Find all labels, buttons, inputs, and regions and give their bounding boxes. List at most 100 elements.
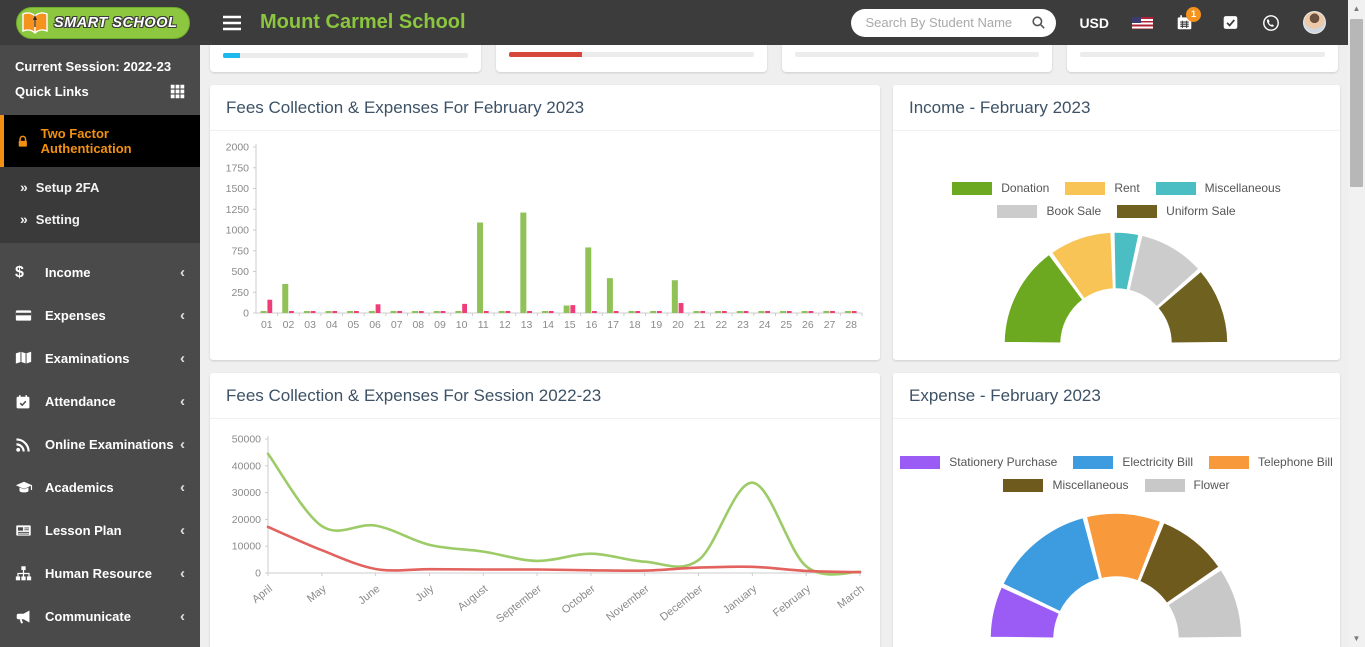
app-logo[interactable]: SMART SCHOOL [0, 0, 200, 45]
sidebar-toggle-button[interactable] [222, 15, 242, 31]
chevron-left-icon [180, 307, 185, 324]
sidebar-item-label: Lesson Plan [45, 523, 180, 538]
todo-button[interactable] [1222, 14, 1239, 31]
svg-text:0: 0 [255, 568, 261, 580]
search-button[interactable] [1031, 15, 1046, 30]
income-donut-chart [893, 227, 1340, 347]
svg-text:April: April [250, 583, 275, 606]
legend-label: Uniform Sale [1166, 204, 1235, 218]
scrollbar-thumb[interactable] [1350, 19, 1363, 187]
legend-row: Miscellaneous Flower [893, 478, 1340, 492]
progress-fill [509, 52, 582, 57]
svg-text:October: October [560, 583, 598, 617]
sidebar-subitem-label: Setup 2FA [36, 180, 100, 195]
legend-item-miscellaneous[interactable]: Miscellaneous [1156, 181, 1281, 195]
chevron-left-icon [180, 479, 185, 496]
svg-text:1750: 1750 [226, 162, 250, 174]
progress-fill [223, 53, 240, 58]
legend-item-flower[interactable]: Flower [1145, 478, 1230, 492]
chevron-left-icon [180, 350, 185, 367]
svg-text:January: January [721, 583, 760, 617]
legend-item-electricity-bill[interactable]: Electricity Bill [1073, 455, 1193, 469]
quick-links-row: Quick Links [0, 74, 200, 105]
graduation-cap-icon [15, 479, 45, 497]
svg-text:40000: 40000 [232, 460, 261, 472]
svg-text:1000: 1000 [226, 225, 250, 237]
chevron-left-icon [180, 522, 185, 539]
sidebar-item-lesson-plan[interactable]: Lesson Plan [0, 509, 200, 552]
sidebar-item-download-center[interactable]: Download Center [0, 638, 200, 647]
legend-swatch [952, 182, 992, 195]
svg-text:27: 27 [824, 319, 836, 331]
legend-item-uniform-sale[interactable]: Uniform Sale [1117, 204, 1235, 218]
calendar-button[interactable]: 1 [1176, 14, 1193, 31]
logo-book-icon [22, 11, 48, 35]
sidebar-item-expenses[interactable]: Expenses [0, 294, 200, 337]
sidebar-item-label: Communicate [45, 609, 180, 624]
svg-text:12: 12 [499, 319, 511, 331]
svg-text:11: 11 [478, 319, 489, 331]
svg-text:07: 07 [391, 319, 403, 331]
chart-card-expense: Expense - February 2023 Stationery Purch… [893, 373, 1340, 647]
svg-text:24: 24 [759, 319, 771, 331]
svg-text:50000: 50000 [232, 434, 261, 446]
legend-label: Electricity Bill [1122, 455, 1193, 469]
sidebar-item-income[interactable]: $Income [0, 251, 200, 294]
page-scrollbar[interactable]: ▲ ▼ [1348, 0, 1365, 647]
chart-card-fees-february: Fees Collection & Expenses For February … [210, 85, 880, 360]
legend-item-miscellaneous[interactable]: Miscellaneous [1003, 478, 1128, 492]
legend-row: Stationery Purchase Electricity Bill Telep… [893, 455, 1340, 469]
rss-icon [15, 437, 45, 453]
chart-title: Fees Collection & Expenses For Session 2… [210, 373, 880, 419]
svg-text:06: 06 [369, 319, 381, 331]
language-flag-us[interactable] [1132, 17, 1153, 29]
svg-text:04: 04 [326, 319, 338, 331]
legend-swatch [1145, 479, 1185, 492]
top-header: SMART SCHOOL Mount Carmel School USD 1 [0, 0, 1348, 45]
svg-text:0: 0 [243, 308, 249, 320]
main-content: FEES AWAITING PAYMENT3/44CONVERTED LEADS… [200, 0, 1348, 647]
scroll-down-arrow[interactable]: ▼ [1348, 630, 1365, 647]
legend-swatch [1117, 205, 1157, 218]
sidebar-item-examinations[interactable]: Examinations [0, 337, 200, 380]
sidebar-item-communicate[interactable]: Communicate [0, 595, 200, 638]
sidebar-submenu: Setup 2FA Setting [0, 167, 200, 243]
expense-legend: Stationery Purchase Electricity Bill Telep… [893, 455, 1340, 492]
svg-text:19: 19 [651, 319, 663, 331]
legend-swatch [1003, 479, 1043, 492]
currency-selector[interactable]: USD [1079, 15, 1109, 31]
search-icon [1031, 15, 1046, 30]
legend-label: Book Sale [1046, 204, 1101, 218]
sidebar-item-attendance[interactable]: Attendance [0, 380, 200, 423]
sidebar-item-online-examinations[interactable]: Online Examinations [0, 423, 200, 466]
legend-label: Rent [1114, 181, 1139, 195]
legend-item-book-sale[interactable]: Book Sale [997, 204, 1101, 218]
dollar-icon: $ [15, 264, 45, 282]
double-angle-icon [20, 179, 28, 195]
sidebar-subitem-setting[interactable]: Setting [0, 203, 200, 235]
sidebar-item-two-factor-authentication[interactable]: Two Factor Authentication [0, 115, 200, 167]
sidebar-item-academics[interactable]: Academics [0, 466, 200, 509]
quick-links-button[interactable] [170, 84, 185, 99]
legend-item-rent[interactable]: Rent [1065, 181, 1139, 195]
calendar-check-icon [15, 394, 45, 410]
user-avatar[interactable] [1303, 11, 1326, 34]
svg-text:05: 05 [348, 319, 360, 331]
double-angle-icon [20, 211, 28, 227]
legend-item-donation[interactable]: Donation [952, 181, 1049, 195]
legend-item-telephone-bill[interactable]: Telephone Bill [1209, 455, 1333, 469]
task-check-icon [1222, 14, 1239, 31]
sidebar: Current Session: 2022-23 Quick Links Two… [0, 45, 200, 647]
sidebar-item-human-resource[interactable]: Human Resource [0, 552, 200, 595]
search-input[interactable] [865, 15, 1031, 30]
whatsapp-button[interactable] [1262, 14, 1280, 32]
sidebar-item-label: Two Factor Authentication [41, 126, 188, 156]
sidebar-subitem-setup-2fa[interactable]: Setup 2FA [0, 171, 200, 203]
legend-label: Stationery Purchase [949, 455, 1057, 469]
sidebar-item-label: Attendance [45, 394, 180, 409]
scroll-up-arrow[interactable]: ▲ [1348, 0, 1365, 17]
legend-label: Donation [1001, 181, 1049, 195]
svg-text:25: 25 [780, 319, 792, 331]
legend-swatch [1209, 456, 1249, 469]
legend-item-stationery-purchase[interactable]: Stationery Purchase [900, 455, 1057, 469]
